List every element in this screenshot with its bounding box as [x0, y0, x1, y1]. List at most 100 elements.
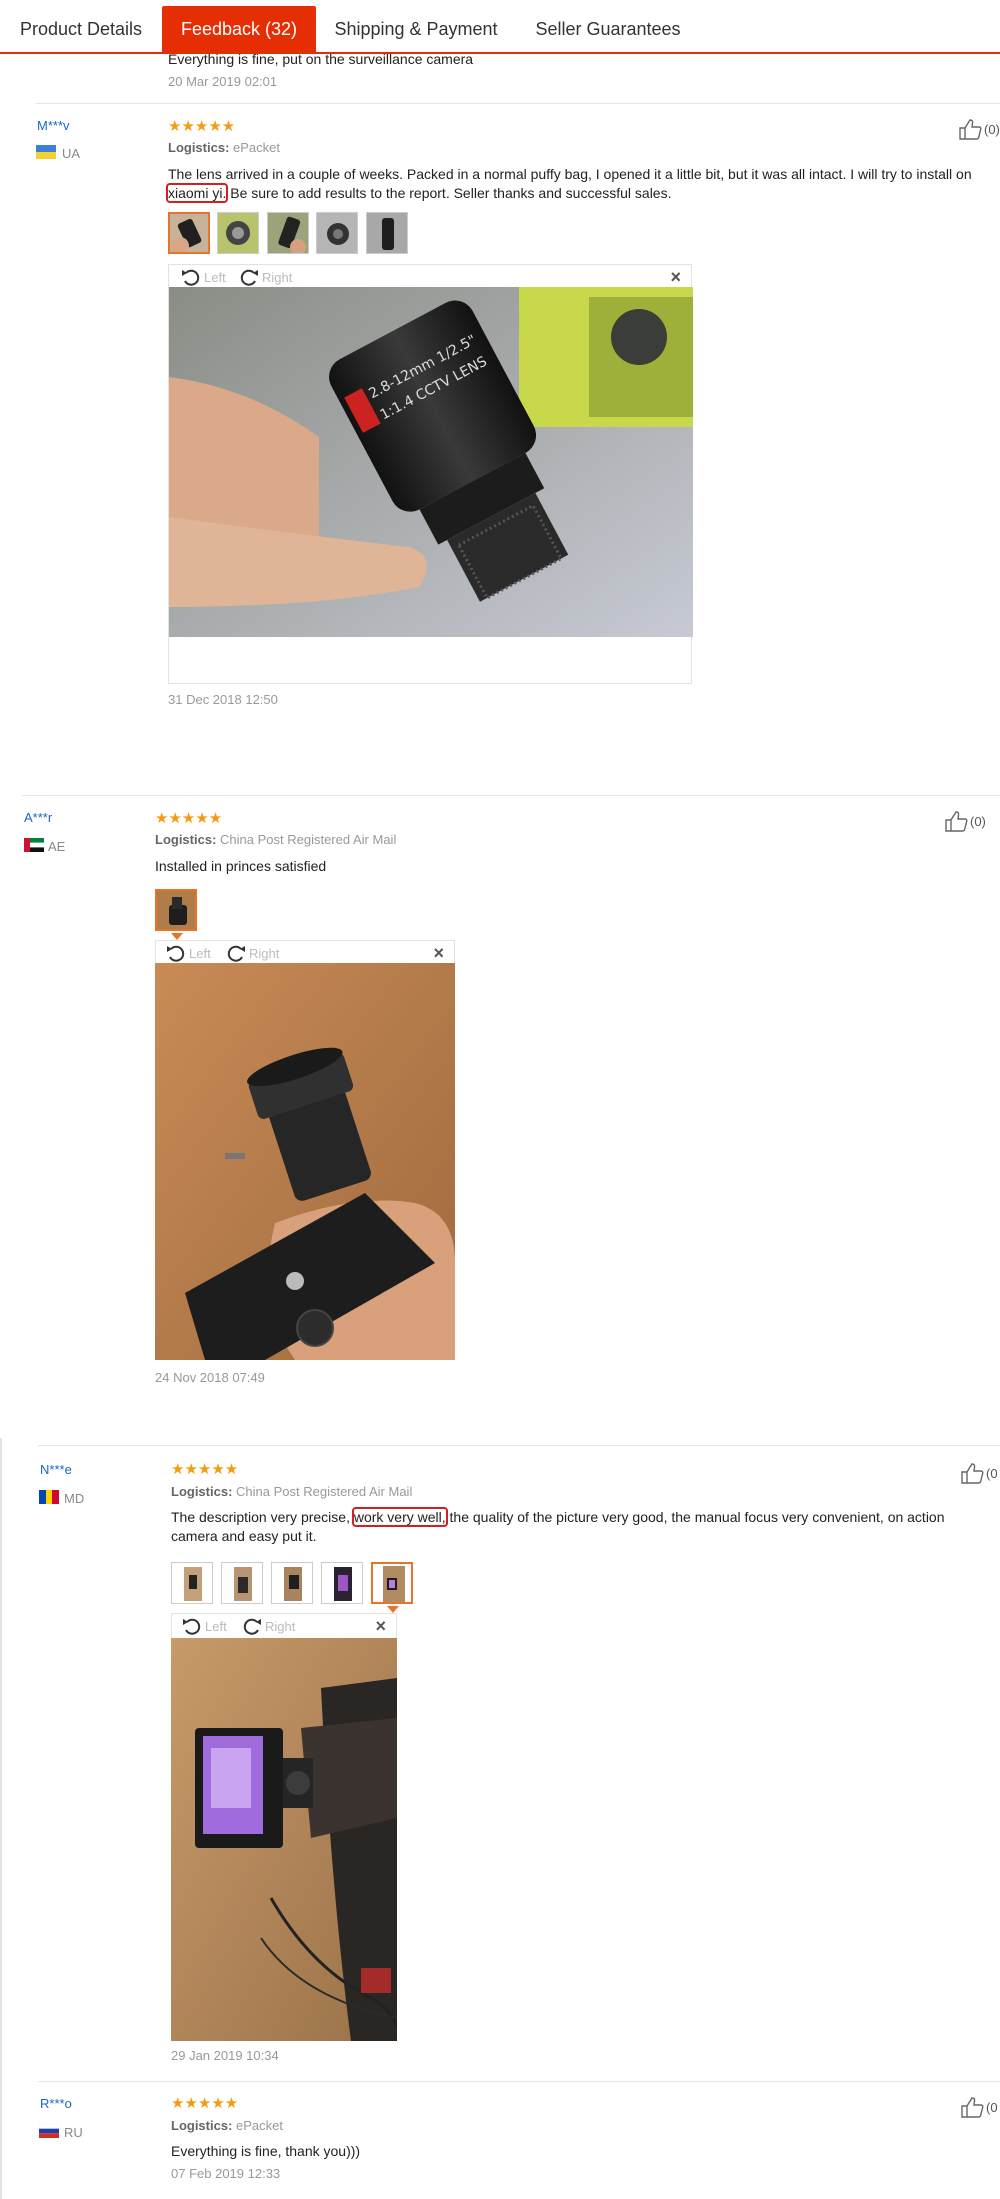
review-photo-thumbnail[interactable]	[171, 1562, 213, 1604]
logistics-label: Logistics:	[155, 832, 217, 847]
review-text-part: The lens arrived in a couple of weeks. P…	[168, 166, 972, 182]
rotate-right-button[interactable]: Right	[242, 1617, 295, 1635]
reviewer-country: MD	[64, 1491, 85, 1506]
helpful-count: (0	[986, 1465, 998, 1481]
review-text-part: The description very precise,	[171, 1509, 354, 1525]
helpful-button[interactable]: (0)	[958, 118, 1000, 140]
helpful-count: (0)	[970, 813, 986, 829]
rotate-right-label: Right	[262, 269, 293, 285]
close-icon[interactable]: ×	[375, 1616, 386, 1637]
tab-seller-guarantees[interactable]: Seller Guarantees	[516, 6, 700, 53]
tab-feedback[interactable]: Feedback (32)	[162, 6, 316, 53]
logistics-info: Logistics: ePacket	[168, 140, 280, 155]
thumbs-up-icon	[959, 119, 982, 140]
logistics-value: China Post Registered Air Mail	[236, 1484, 413, 1499]
rotate-left-button[interactable]: Left	[166, 944, 211, 962]
review-date: 29 Jan 2019 10:34	[171, 2048, 279, 2063]
logistics-info: Logistics: China Post Registered Air Mai…	[155, 832, 396, 847]
rotate-right-icon	[243, 1618, 261, 1635]
logistics-value: ePacket	[233, 140, 281, 155]
rotate-left-button[interactable]: Left	[181, 268, 226, 286]
review-photo-thumbnail[interactable]	[155, 889, 197, 931]
reviewer-name[interactable]: N***e	[40, 1462, 72, 1477]
selected-indicator	[171, 933, 183, 940]
rotate-right-button[interactable]: Right	[239, 268, 292, 286]
review-photo-thumbnail[interactable]	[321, 1562, 363, 1604]
review-date: 24 Nov 2018 07:49	[155, 1370, 265, 1385]
rotate-left-label: Left	[204, 269, 226, 285]
rotate-left-label: Left	[189, 945, 211, 961]
rating-stars: ★★★★★	[168, 118, 236, 135]
flag-ua-icon	[36, 145, 56, 159]
reviewer-name[interactable]: R***o	[40, 2096, 72, 2111]
review-text: The lens arrived in a couple of weeks. P…	[165, 165, 998, 203]
rotate-right-icon	[227, 945, 245, 962]
close-icon[interactable]: ×	[433, 943, 444, 964]
review-text: The description very precise, work very …	[171, 1507, 971, 1546]
review-photo-large: 2.8-12mm 1/2.5" 1:1.4 CCTV LENS	[169, 287, 693, 637]
review-divider	[36, 103, 1000, 104]
rotate-left-icon	[167, 945, 185, 962]
helpful-button[interactable]: (0)	[944, 810, 986, 832]
helpful-button[interactable]: (0	[960, 2096, 998, 2118]
tab-shipping-payment[interactable]: Shipping & Payment	[316, 6, 516, 53]
logistics-label: Logistics:	[171, 2118, 233, 2133]
review-date: 31 Dec 2018 12:50	[168, 692, 278, 707]
rating-stars: ★★★★★	[155, 810, 223, 827]
photo-viewer-toolbar: Left Right ×	[172, 1614, 396, 1638]
logistics-value: China Post Registered Air Mail	[220, 832, 397, 847]
photo-viewer-toolbar: Left Right ×	[156, 941, 454, 965]
review-photo-thumbnail[interactable]	[271, 1562, 313, 1604]
rotate-left-icon	[183, 1618, 201, 1635]
close-icon[interactable]: ×	[670, 267, 681, 288]
review-photo-thumbnail[interactable]	[168, 212, 210, 254]
reviewer-country: AE	[48, 839, 66, 854]
prev-review-text: Everything is fine, put on the surveilla…	[168, 51, 474, 67]
review-photo-thumbnail[interactable]	[371, 1562, 413, 1604]
flag-ru-icon	[39, 2124, 59, 2138]
review-photo-thumbnail[interactable]	[267, 212, 309, 254]
logistics-label: Logistics:	[171, 1484, 233, 1499]
selected-indicator	[387, 1606, 399, 1613]
reviewer-name[interactable]: A***r	[24, 810, 52, 825]
review-date: 07 Feb 2019 12:33	[171, 2166, 281, 2181]
reviewer-name[interactable]: M***v	[37, 118, 70, 133]
review-text-part: Be sure to add results to the report. Se…	[226, 185, 672, 201]
review-divider	[38, 2081, 1000, 2082]
page-edge-line	[0, 1438, 2, 2199]
review-photo-thumbnail[interactable]	[316, 212, 358, 254]
rating-stars: ★★★★★	[171, 2095, 239, 2112]
rotate-right-label: Right	[265, 1618, 296, 1634]
rotate-left-label: Left	[205, 1618, 227, 1634]
photo-viewer: Left Right ×	[168, 264, 693, 684]
review-photo-thumbnail[interactable]	[366, 212, 408, 254]
helpful-count: (0	[986, 2099, 998, 2115]
logistics-info: Logistics: China Post Registered Air Mai…	[171, 1484, 412, 1499]
review-photo-large	[155, 963, 455, 1360]
rotate-left-icon	[182, 269, 200, 286]
reviewer-country: RU	[64, 2125, 83, 2140]
thumbs-up-icon	[961, 1463, 984, 1484]
reviewer-country: UA	[62, 146, 81, 161]
review-divider	[38, 1445, 1000, 1446]
rotate-right-button[interactable]: Right	[226, 944, 279, 962]
review-photo-thumbnail[interactable]	[221, 1562, 263, 1604]
logistics-label: Logistics:	[168, 140, 230, 155]
review-photo-large	[171, 1638, 397, 2041]
highlighted-text: work very well,	[351, 1507, 448, 1527]
highlighted-text: xiaomi yi.	[165, 183, 229, 203]
thumbs-up-icon	[945, 811, 968, 832]
photo-viewer: Left Right ×	[171, 1613, 397, 1639]
flag-ae-icon	[24, 838, 44, 852]
tab-bar: Product Details Feedback (32) Shipping &…	[0, 0, 1000, 54]
tab-product-details[interactable]: Product Details	[0, 6, 162, 53]
helpful-button[interactable]: (0	[960, 1462, 998, 1484]
review-text: Everything is fine, thank you)))	[171, 2142, 971, 2161]
flag-md-icon	[39, 1490, 59, 1504]
rating-stars: ★★★★★	[171, 1461, 239, 1478]
rotate-right-icon	[240, 269, 258, 286]
thumbs-up-icon	[961, 2097, 984, 2118]
helpful-count: (0)	[984, 121, 1000, 137]
review-photo-thumbnail[interactable]	[217, 212, 259, 254]
rotate-left-button[interactable]: Left	[182, 1617, 227, 1635]
